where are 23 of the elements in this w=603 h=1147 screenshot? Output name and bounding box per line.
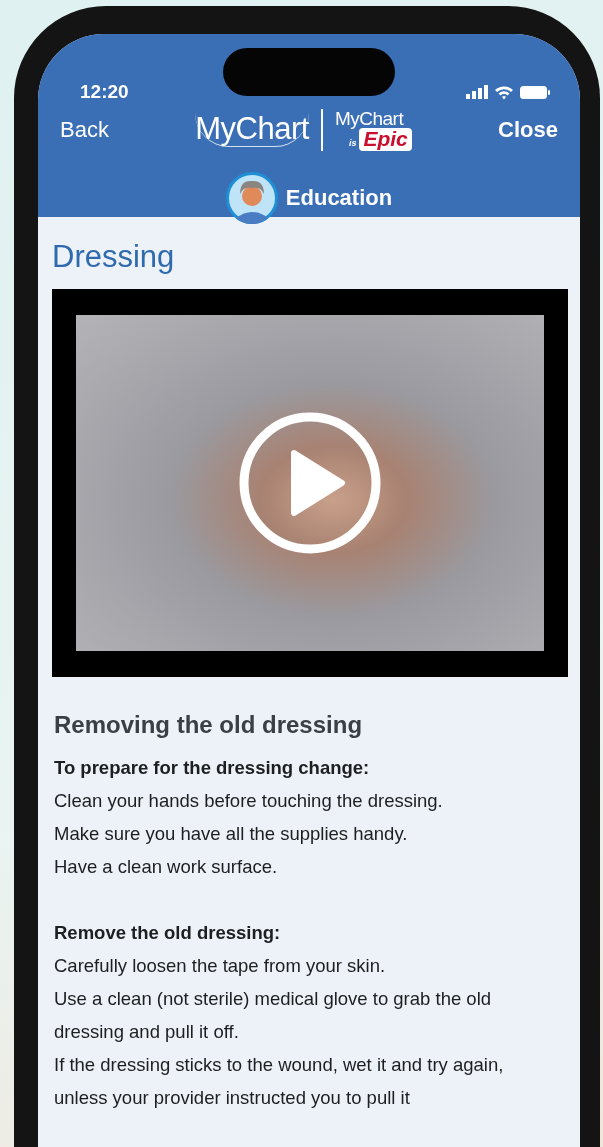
instruction-text: Carefully loosen the tape from your skin. [54,954,387,978]
instruction-text: Make sure you have all the supplies handy. [54,822,409,846]
subheading: Remove the old dressing: [54,921,282,945]
section-heading: Removing the old dressing [54,711,364,739]
page-title: Dressing [52,239,176,275]
back-button[interactable]: Back [60,117,109,143]
section-title: Education [285,185,393,211]
logo-text: MyChart [334,109,404,129]
video-player[interactable] [52,289,568,677]
close-button[interactable]: Close [498,117,558,143]
instruction-text: Use a clean (not sterile) medical glove to grab the old dressing and pull it off. [54,987,493,1044]
avatar-icon [225,172,278,224]
signal-icon [466,85,488,99]
status-time: 12:20 [80,81,129,103]
instruction-text: Have a clean work surface. [54,855,279,879]
instruction-text: If the dressing sticks to the wound, wet it and try again, unless your provider instructed you to pull it [54,1053,505,1110]
brand-logo-text: Epic [359,128,412,151]
subheading: To prepare for the dressing change: [54,756,371,780]
instruction-text: Clean your hands before touching the dressing. [54,789,444,813]
logo-text: is [348,139,357,149]
logo-text: MyChart [195,113,309,147]
wifi-icon [494,84,514,100]
battery-icon [520,85,550,99]
